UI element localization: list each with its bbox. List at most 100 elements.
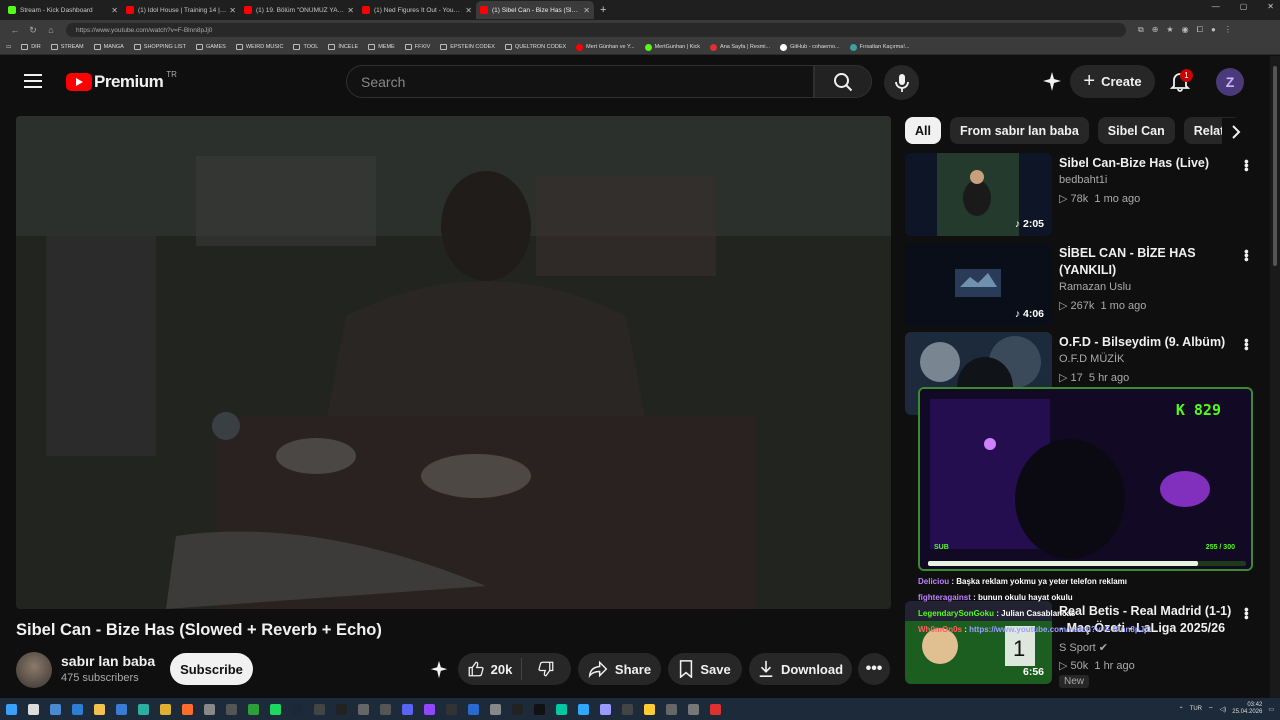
steam-icon[interactable] [292, 703, 303, 715]
chrome-icon[interactable] [160, 703, 171, 715]
language-indicator[interactable]: TUR [1190, 706, 1202, 712]
apps-icon[interactable]: ▭ [6, 44, 11, 50]
bookmark-link[interactable]: MertGunhan | Kick [644, 43, 700, 51]
share-button[interactable]: Share [578, 653, 661, 685]
browser-tab-active[interactable]: (1) Sibel Can - Bize Has (Slowed +✕ [476, 1, 594, 19]
app-icon[interactable] [380, 703, 391, 715]
bookmark-folder[interactable]: İNCELE [328, 44, 358, 50]
twitch-icon[interactable] [424, 703, 435, 715]
video-thumbnail[interactable]: ♪ 2:05 [905, 153, 1052, 236]
url-field[interactable]: https://www.youtube.com/watch?v=F-Blnn8p… [66, 23, 1126, 37]
ai-sparkle-icon[interactable] [428, 659, 450, 681]
network-icon[interactable]: ⌔ [1208, 705, 1214, 713]
download-button[interactable]: Download [749, 653, 852, 685]
close-tab-icon[interactable]: ✕ [583, 6, 590, 15]
app-icon[interactable] [226, 703, 237, 715]
app-icon[interactable] [644, 703, 655, 715]
bookmark-link[interactable]: Fırsatları Kaçırma!... [849, 43, 909, 51]
dislike-button[interactable] [522, 660, 570, 678]
recommendation-item[interactable]: ♪ 4:06 SİBEL CAN - BİZE HAS (YANKILI) Ra… [905, 243, 1270, 326]
maximize-icon[interactable]: ▢ [1240, 2, 1248, 11]
volume-icon[interactable]: ◁) [1220, 706, 1227, 713]
minimize-icon[interactable]: — [1212, 2, 1220, 11]
notifications-icon[interactable]: ▭ [1268, 706, 1274, 713]
app-icon[interactable] [622, 703, 633, 715]
chip-from-channel[interactable]: From sabır lan baba [949, 117, 1089, 144]
bookmark-folder[interactable]: DIR [21, 44, 41, 50]
app-icon[interactable] [666, 703, 677, 715]
page-scrollbar[interactable] [1270, 56, 1280, 698]
back-icon[interactable]: ← [6, 25, 24, 35]
app-icon[interactable] [534, 703, 545, 715]
clock[interactable]: 03:42 25.04.2026 [1232, 702, 1262, 716]
xbox-icon[interactable] [248, 703, 259, 715]
obs-icon[interactable] [336, 703, 347, 715]
scrollbar-thumb[interactable] [1273, 66, 1277, 266]
browser-tab[interactable]: (1) Ned Figures It Out - YouTube ✕ [358, 1, 476, 19]
close-tab-icon[interactable]: ✕ [465, 6, 472, 15]
app-icon[interactable] [182, 703, 193, 715]
voice-search-button[interactable] [884, 65, 919, 100]
chip-sibel-can[interactable]: Sibel Can [1097, 117, 1175, 144]
recommendation-item[interactable]: ♪ 2:05 Sibel Can-Bize Has (Live) bedbaht… [905, 153, 1270, 236]
search-taskbar-icon[interactable] [28, 703, 39, 715]
bookmark-folder[interactable]: QUELTRON CODEX [504, 44, 566, 50]
discord-icon[interactable] [402, 703, 413, 715]
bookmark-folder[interactable]: GAMES [195, 44, 226, 50]
premiere-icon[interactable] [600, 703, 611, 715]
bookmark-folder[interactable]: FFXIV [404, 44, 430, 50]
bookmark-link[interactable]: GitHub - cohaerno... [780, 43, 840, 51]
video-player[interactable] [16, 116, 891, 609]
browser-tab[interactable]: (1) Idol House | Training 14 | Glam✕ [122, 1, 240, 19]
task-view-icon[interactable] [50, 703, 61, 715]
app-icon[interactable] [490, 703, 501, 715]
app-icon[interactable] [358, 703, 369, 715]
channel-name[interactable]: sabır lan baba [61, 653, 155, 669]
browser-tab[interactable]: Stream - Kick Dashboard ✕ [4, 1, 122, 19]
edge-icon[interactable] [138, 703, 149, 715]
video-thumbnail[interactable]: ♪ 4:06 [905, 243, 1052, 326]
profile-icon[interactable]: ● [1211, 25, 1216, 35]
extensions-menu-icon[interactable]: ⧠ [1197, 25, 1203, 35]
bookmark-folder[interactable]: EPSTEIN CODEX [440, 44, 495, 50]
zoom-icon[interactable]: ⊕ [1152, 25, 1159, 35]
bookmark-folder[interactable]: STREAM [50, 44, 84, 50]
channel-avatar[interactable] [16, 652, 52, 688]
store-icon[interactable] [116, 703, 127, 715]
close-window-icon[interactable]: ✕ [1267, 2, 1274, 11]
save-button[interactable]: Save [668, 653, 742, 685]
audition-icon[interactable] [556, 703, 567, 715]
more-vertical-icon[interactable]: ••• [1239, 249, 1255, 261]
app-icon[interactable] [688, 703, 699, 715]
close-tab-icon[interactable]: ✕ [229, 6, 236, 15]
app-icon[interactable] [314, 703, 325, 715]
account-avatar[interactable]: Z [1216, 68, 1244, 96]
start-icon[interactable] [6, 703, 17, 715]
home-icon[interactable]: ⌂ [42, 25, 60, 35]
close-tab-icon[interactable]: ✕ [111, 6, 118, 15]
create-button[interactable]: + Create [1070, 65, 1155, 98]
app-icon[interactable] [204, 703, 215, 715]
ai-assistant-icon[interactable] [1040, 70, 1064, 94]
menu-icon[interactable] [24, 74, 42, 88]
browser-menu-icon[interactable]: ⋮ [1224, 25, 1232, 35]
bookmark-folder[interactable]: MANGA [93, 44, 124, 50]
browser-tab[interactable]: (1) 19. Bölüm "ÖNÜMÜZ YAZ" Po ✕ [240, 1, 358, 19]
bookmark-link[interactable]: Ana Sayfa | Resmi... [710, 43, 770, 51]
file-explorer-icon[interactable] [94, 703, 105, 715]
star-icon[interactable]: ★ [1166, 25, 1173, 35]
bookmark-folder[interactable]: MEME [368, 44, 395, 50]
like-button[interactable]: 20k [458, 658, 522, 680]
app-icon[interactable] [468, 703, 479, 715]
app-icon[interactable] [512, 703, 523, 715]
install-icon[interactable]: ⧉ [1138, 25, 1144, 35]
extension-icon[interactable]: ◉ [1182, 25, 1189, 35]
youtube-logo[interactable]: Premium TR [66, 70, 177, 92]
more-actions-button[interactable]: ••• [858, 653, 890, 685]
bookmark-link[interactable]: Mert Günhan ve Y... [576, 43, 635, 51]
close-tab-icon[interactable]: ✕ [347, 6, 354, 15]
more-vertical-icon[interactable]: ••• [1239, 338, 1255, 350]
widgets-icon[interactable] [72, 703, 83, 715]
search-button[interactable] [814, 65, 872, 98]
spotify-icon[interactable] [270, 703, 281, 715]
